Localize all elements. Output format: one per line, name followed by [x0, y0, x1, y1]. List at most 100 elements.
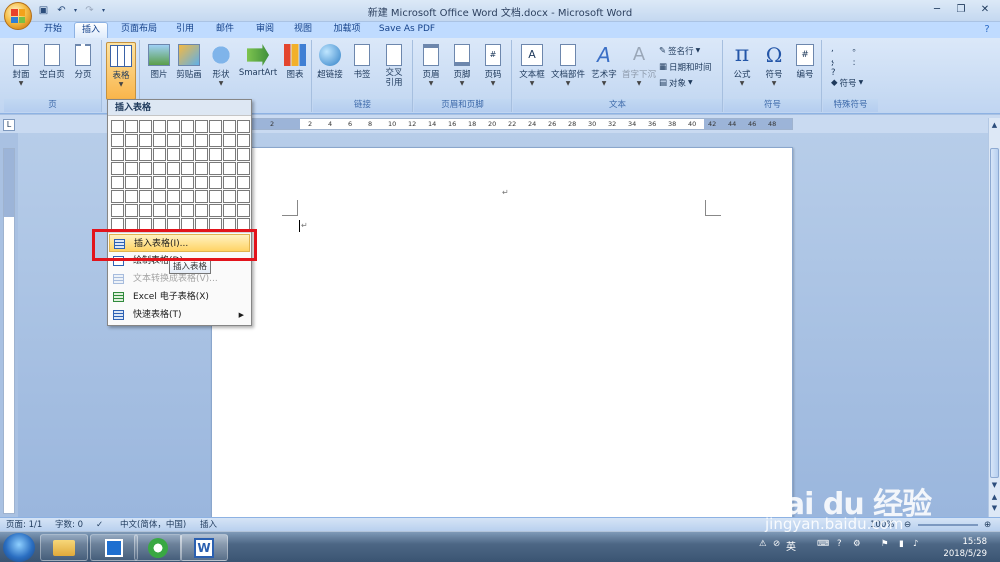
grid-cell[interactable] — [195, 120, 208, 133]
wordart-button[interactable]: A 艺术字 ▼ — [587, 42, 621, 96]
network-icon[interactable]: ⚠ — [759, 539, 767, 549]
insert-mode[interactable]: 插入 — [200, 519, 217, 531]
next-page-icon[interactable]: ▼ — [989, 503, 1000, 514]
grid-cell[interactable] — [237, 134, 250, 147]
grid-cell[interactable] — [139, 134, 152, 147]
minimize-icon[interactable]: ─ — [926, 2, 948, 18]
grid-cell[interactable] — [195, 162, 208, 175]
ruler-toggle-icon[interactable]: L — [3, 119, 15, 131]
document-page[interactable]: ↵ ↵ — [211, 147, 793, 527]
grid-cell[interactable] — [125, 134, 138, 147]
grid-cell[interactable] — [237, 176, 250, 189]
grid-cell[interactable] — [167, 204, 180, 217]
bookmark-button[interactable]: 书签 — [347, 42, 377, 96]
grid-cell[interactable] — [181, 134, 194, 147]
grid-cell[interactable] — [167, 162, 180, 175]
help-icon[interactable]: ? — [980, 22, 994, 38]
grid-cell[interactable] — [223, 120, 236, 133]
taskbar-app-3[interactable] — [134, 534, 182, 561]
special-symbols-row-2[interactable]: ; : ? — [831, 58, 878, 78]
page-break-button[interactable]: 分页 — [68, 42, 98, 96]
scroll-down-icon[interactable]: ▼ — [989, 480, 1000, 491]
grid-cell[interactable] — [181, 148, 194, 161]
textbox-button[interactable]: A 文本框 ▼ — [515, 42, 549, 96]
page-number-button[interactable]: # 页码 ▼ — [478, 42, 508, 96]
grid-cell[interactable] — [167, 134, 180, 147]
tab-addins[interactable]: 加载项 — [328, 22, 366, 38]
zoom-in-icon[interactable]: ⊕ — [984, 519, 991, 531]
grid-cell[interactable] — [195, 134, 208, 147]
taskbar-word[interactable]: W — [180, 534, 228, 561]
scrollbar-thumb[interactable] — [990, 148, 999, 478]
grid-cell[interactable] — [195, 204, 208, 217]
grid-cell[interactable] — [167, 148, 180, 161]
grid-cell[interactable] — [195, 176, 208, 189]
grid-cell[interactable] — [237, 190, 250, 203]
menu-item-excel-spreadsheet[interactable]: Excel 电子表格(X) — [109, 288, 250, 306]
grid-cell[interactable] — [209, 134, 222, 147]
grid-cell[interactable] — [209, 162, 222, 175]
menu-item-quick-tables[interactable]: 快速表格(T) ▶ — [109, 306, 250, 324]
horizontal-ruler[interactable]: 2 4 6 8 10 12 14 16 18 20 22 24 26 28 30 32 34 36 38 40 42 44… — [211, 118, 793, 130]
grid-cell[interactable] — [223, 134, 236, 147]
quick-parts-button[interactable]: 文档部件 ▼ — [550, 42, 586, 96]
tab-view[interactable]: 视图 — [288, 22, 318, 38]
grid-cell[interactable] — [223, 176, 236, 189]
restore-icon[interactable]: ❐ — [950, 2, 972, 18]
grid-cell[interactable] — [139, 176, 152, 189]
volume-icon[interactable]: ♪ — [913, 539, 918, 549]
grid-cell[interactable] — [125, 190, 138, 203]
grid-cell[interactable] — [111, 176, 124, 189]
header-button[interactable]: 页眉 ▼ — [416, 42, 446, 96]
grid-cell[interactable] — [139, 120, 152, 133]
grid-cell[interactable] — [237, 162, 250, 175]
signature-line-button[interactable]: ✎ 签名行 ▼ — [659, 43, 700, 58]
grid-cell[interactable] — [153, 120, 166, 133]
language[interactable]: 中文(简体，中国) — [120, 519, 186, 531]
tab-references[interactable]: 引用 — [170, 22, 200, 38]
grid-cell[interactable] — [209, 176, 222, 189]
table-button[interactable]: 表格 ▼ — [106, 42, 136, 100]
grid-cell[interactable] — [111, 148, 124, 161]
grid-cell[interactable] — [237, 120, 250, 133]
equation-button[interactable]: π 公式 ▼ — [727, 42, 757, 96]
help-tray-icon[interactable]: ? — [837, 539, 842, 549]
grid-cell[interactable] — [209, 190, 222, 203]
date-time-button[interactable]: ▦ 日期和时间 — [659, 59, 712, 74]
grid-cell[interactable] — [111, 162, 124, 175]
block-icon[interactable]: ⊘ — [773, 539, 780, 549]
grid-cell[interactable] — [195, 148, 208, 161]
grid-cell[interactable] — [167, 190, 180, 203]
grid-cell[interactable] — [153, 162, 166, 175]
vertical-scrollbar[interactable]: ▲ ▼ ▲ ▼ — [988, 118, 1000, 517]
signal-icon[interactable]: ▮ — [899, 539, 904, 549]
zoom-slider[interactable] — [918, 524, 978, 526]
grid-cell[interactable] — [125, 120, 138, 133]
grid-cell[interactable] — [111, 134, 124, 147]
zoom-level[interactable]: 100% — [870, 519, 894, 531]
tab-review[interactable]: 审阅 — [250, 22, 280, 38]
grid-cell[interactable] — [223, 204, 236, 217]
grid-cell[interactable] — [111, 204, 124, 217]
grid-cell[interactable] — [181, 204, 194, 217]
taskbar-app-2[interactable] — [90, 534, 138, 561]
keyboard-icon[interactable]: ⌨ — [817, 539, 829, 549]
grid-cell[interactable] — [125, 162, 138, 175]
grid-cell[interactable] — [223, 162, 236, 175]
cross-reference-button[interactable]: 交叉 引用 — [379, 42, 409, 96]
grid-cell[interactable] — [153, 176, 166, 189]
page-count[interactable]: 页面: 1/1 — [6, 519, 42, 531]
office-button[interactable] — [4, 2, 32, 30]
clip-art-button[interactable]: 剪贴画 — [174, 42, 204, 96]
grid-cell[interactable] — [237, 204, 250, 217]
ime-indicator[interactable]: 英 — [786, 538, 796, 553]
taskbar-explorer[interactable] — [40, 534, 88, 561]
grid-cell[interactable] — [153, 148, 166, 161]
table-size-grid[interactable] — [111, 120, 250, 231]
tab-mailings[interactable]: 邮件 — [210, 22, 240, 38]
tab-insert[interactable]: 插入 — [74, 22, 108, 38]
numbering-button[interactable]: # 编号 — [790, 42, 820, 96]
grid-cell[interactable] — [237, 148, 250, 161]
chart-button[interactable]: 图表 — [280, 42, 310, 96]
tab-page-layout[interactable]: 页面布局 — [114, 22, 164, 38]
